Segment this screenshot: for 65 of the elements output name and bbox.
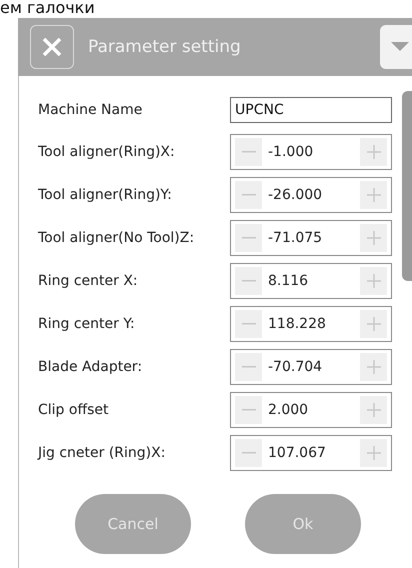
plus-icon [366,360,380,374]
number-stepper[interactable]: -1.000 [230,134,392,170]
dropdown-button[interactable] [380,25,412,69]
increment-button[interactable] [360,224,387,252]
scrollbar[interactable] [402,91,412,281]
caret-icon [390,41,410,53]
plus-icon [366,188,380,202]
increment-button[interactable] [360,138,387,166]
value-field[interactable]: 2.000 [268,402,354,418]
field-label: Tool aligner(Ring)Y: [38,186,173,202]
value-field[interactable]: -71.075 [268,230,354,246]
field-label: Tool aligner(Ring)X: [38,144,176,160]
minus-icon [242,280,256,282]
dialog-title: Parameter setting [88,37,242,57]
number-stepper[interactable]: 107.067 [230,434,392,470]
value-field[interactable]: -70.704 [268,358,354,374]
plus-icon [366,230,380,244]
decrement-button[interactable] [235,352,262,380]
minus-icon [242,408,256,410]
plus-icon [366,402,380,416]
decrement-button[interactable] [235,180,262,208]
value-field[interactable]: 107.067 [268,444,354,460]
decrement-button[interactable] [235,438,262,466]
increment-button[interactable] [360,352,387,380]
increment-button[interactable] [360,180,387,208]
field-label: Tool aligner(No Tool)Z: [38,230,196,246]
minus-icon [242,452,256,454]
value-field[interactable]: -26.000 [268,186,354,202]
plus-icon [366,316,380,330]
plus-icon [366,446,380,460]
caption-text: ем галочки [0,0,96,18]
decrement-button[interactable] [235,224,262,252]
value-field[interactable]: -1.000 [268,144,354,160]
plus-icon [366,274,380,288]
increment-button[interactable] [360,396,387,424]
number-stepper[interactable]: -71.075 [230,220,392,256]
increment-button[interactable] [360,438,387,466]
field-label: Ring center Y: [38,316,136,332]
field-label: Machine Name [38,102,144,118]
number-stepper[interactable]: -70.704 [230,348,392,384]
machine-name-field[interactable]: UPCNC [230,97,392,123]
number-stepper[interactable]: -26.000 [230,176,392,212]
minus-icon [242,366,256,368]
increment-button[interactable] [360,266,387,294]
minus-icon [242,150,256,152]
decrement-button[interactable] [235,396,262,424]
decrement-button[interactable] [235,266,262,294]
minus-icon [242,322,256,324]
number-stepper[interactable]: 2.000 [230,392,392,428]
plus-icon [366,144,380,158]
close-icon [41,36,63,58]
field-label: Jig cneter (Ring)X: [38,444,166,460]
decrement-button[interactable] [235,310,262,338]
value-field[interactable]: 118.228 [268,316,354,332]
field-label: Blade Adapter: [38,358,144,374]
minus-icon [242,236,256,238]
field-label: Ring center X: [38,272,139,288]
field-label: Clip offset [38,402,110,418]
close-button[interactable] [30,25,74,69]
decrement-button[interactable] [235,138,262,166]
increment-button[interactable] [360,310,387,338]
minus-icon [242,194,256,196]
number-stepper[interactable]: 118.228 [230,306,392,342]
number-stepper[interactable]: 8.116 [230,262,392,298]
value-field[interactable]: 8.116 [268,272,354,288]
